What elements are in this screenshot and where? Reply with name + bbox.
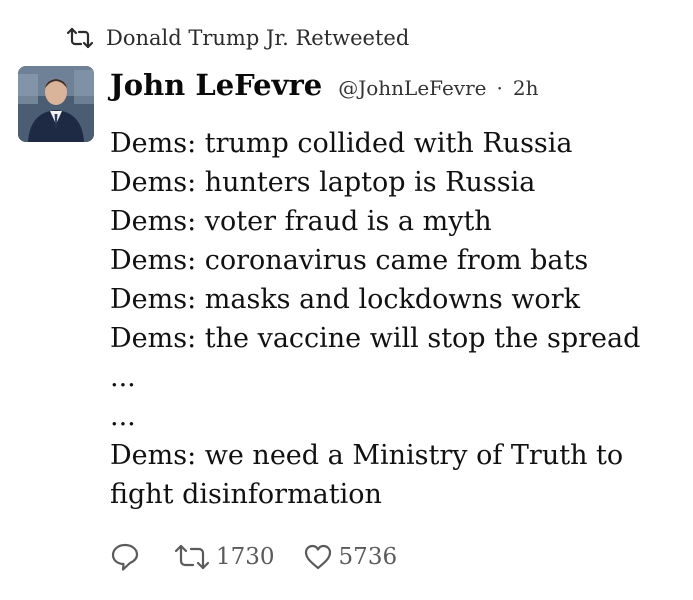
like-button[interactable]: 5736 (303, 543, 398, 571)
retweet-icon (66, 27, 94, 49)
separator-dot: · (496, 76, 503, 100)
tweet-actions: 1730 5736 (110, 537, 397, 577)
user-handle[interactable]: @JohnLeFevre (338, 76, 486, 100)
retweet-banner-text: Donald Trump Jr. Retweeted (106, 26, 410, 50)
display-name[interactable]: John LeFevre (110, 68, 322, 102)
tweet-line: Dems: trump collided with Russia (110, 128, 573, 159)
tweet-line: ... (110, 362, 136, 393)
tweet-line: Dems: masks and lockdowns work (110, 284, 580, 315)
retweet-banner[interactable]: Donald Trump Jr. Retweeted (66, 22, 409, 54)
tweet-line: Dems: coronavirus came from bats (110, 245, 589, 276)
retweet-icon (174, 544, 210, 570)
tweet-line: Dems: we need a Ministry of Truth to fig… (110, 440, 624, 510)
reply-button[interactable] (110, 542, 140, 572)
tweet-header: John LeFevre @JohnLeFevre · 2h (110, 68, 538, 102)
tweet-line: Dems: voter fraud is a myth (110, 206, 492, 237)
tweet-line: Dems: hunters laptop is Russia (110, 167, 536, 198)
heart-icon (304, 544, 331, 570)
tweet-line: ... (110, 401, 136, 432)
tweet-text: Dems: trump collided with Russia Dems: h… (110, 124, 690, 514)
retweet-button[interactable]: 1730 (174, 543, 275, 571)
reply-icon (111, 543, 139, 571)
tweet-line: Dems: the vaccine will stop the spread (110, 323, 641, 354)
timestamp[interactable]: 2h (513, 76, 539, 100)
retweet-count: 1730 (216, 544, 275, 570)
avatar-photo (18, 66, 94, 142)
avatar[interactable] (18, 66, 94, 142)
like-count: 5736 (338, 544, 398, 570)
